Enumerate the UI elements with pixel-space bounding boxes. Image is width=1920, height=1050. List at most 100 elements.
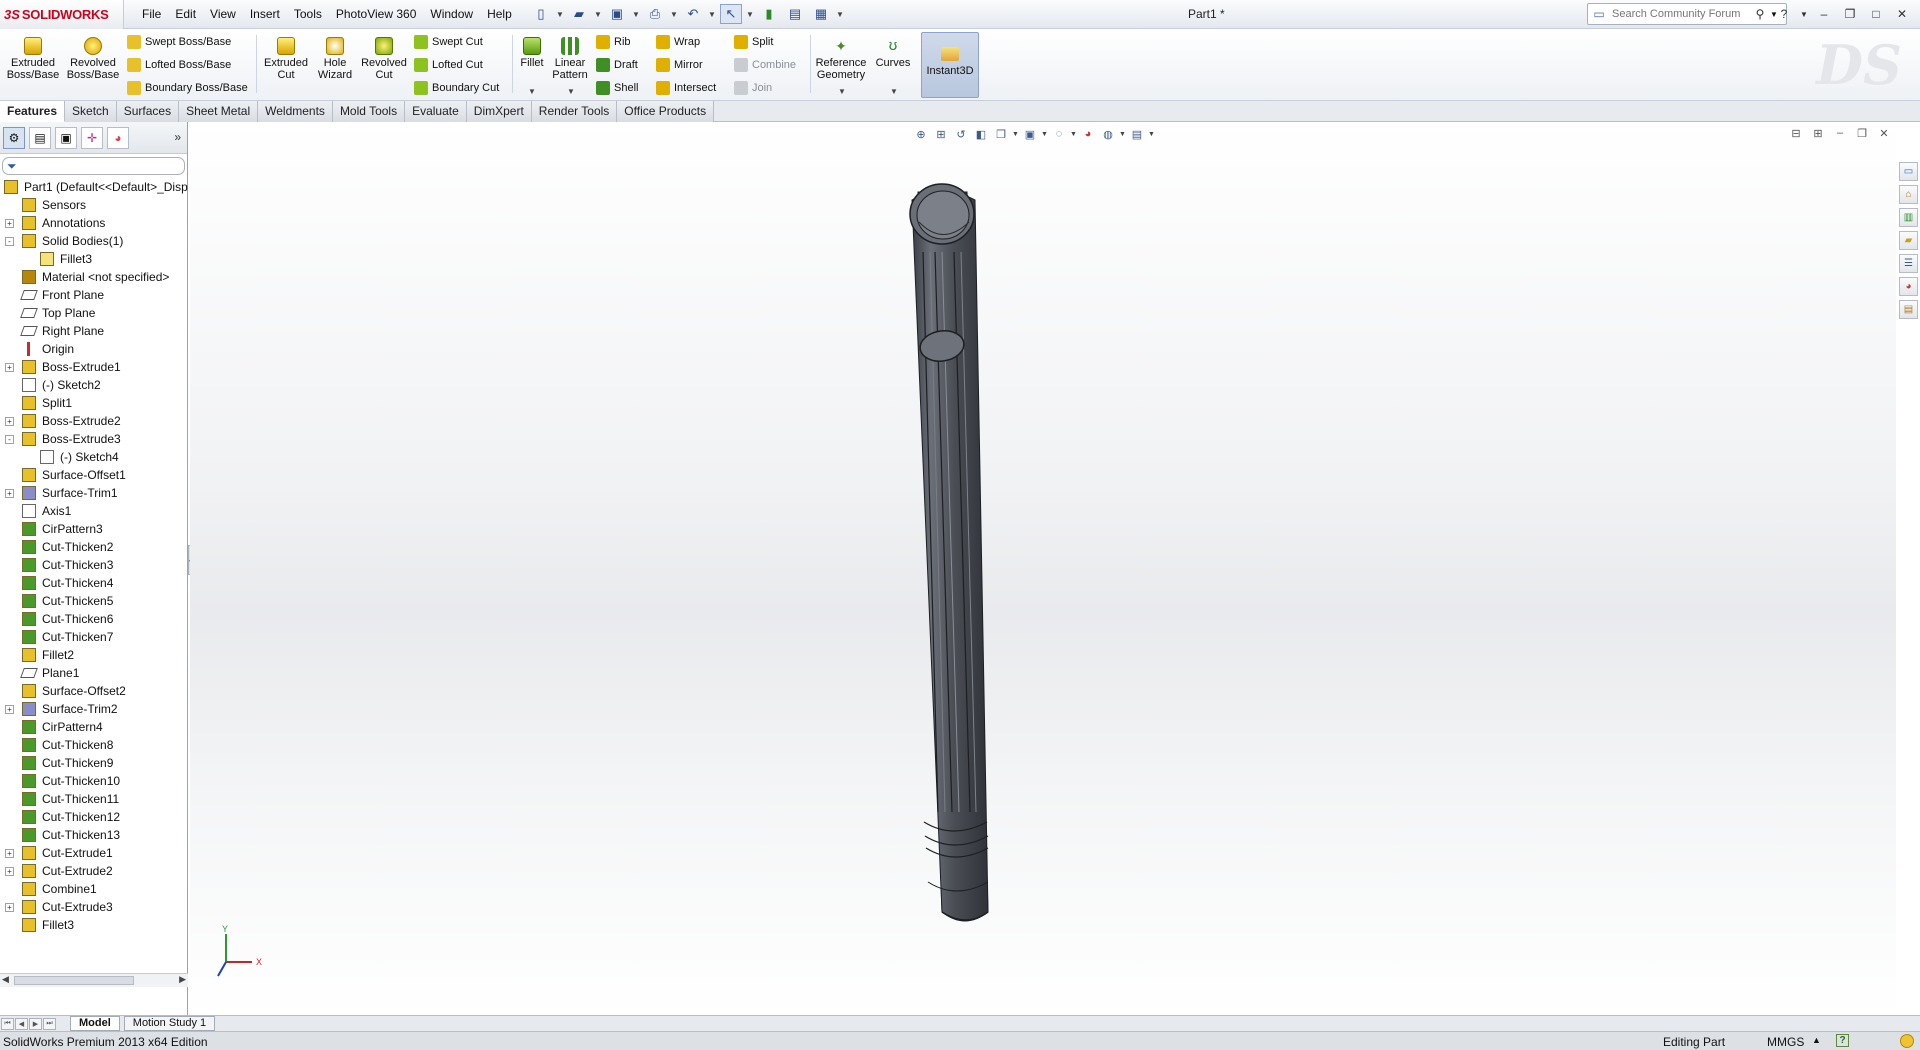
menu-insert[interactable]: Insert [243,6,287,22]
scroll-thumb[interactable] [14,976,134,985]
undo-dropdown-icon[interactable]: ▼ [708,4,716,24]
tree-item[interactable]: Cut-Thicken3 [0,556,187,574]
tree-item[interactable]: Fillet3 [0,916,187,934]
intersect-button[interactable]: Intersect [656,78,716,98]
extruded-cut-button[interactable]: Extruded Cut [259,33,313,95]
previous-view-icon[interactable]: ↺ [952,125,970,143]
tree-expander-icon[interactable]: - [5,435,14,444]
scroll-right-icon[interactable]: ▶ [179,974,186,985]
viewport-tile-icon[interactable]: ⊞ [1810,125,1826,141]
tree-expander-icon[interactable]: + [5,417,14,426]
apply-scene-dropdown-icon[interactable]: ▼ [1119,125,1126,143]
tree-item[interactable]: Cut-Thicken4 [0,574,187,592]
display-style-icon[interactable]: ▣ [1021,125,1039,143]
reference-geometry-dropdown-icon[interactable]: ▼ [838,87,846,96]
fillet-dropdown-icon[interactable]: ▼ [528,87,536,96]
tree-item[interactable]: Fillet2 [0,646,187,664]
draft-button[interactable]: Draft [596,55,638,75]
tab-weldments[interactable]: Weldments [258,101,333,122]
tree-item[interactable]: + Cut-Extrude2 [0,862,187,880]
scroll-left-icon[interactable]: ◀ [2,974,9,985]
tree-item[interactable]: + Surface-Trim2 [0,700,187,718]
menu-tools[interactable]: Tools [287,6,329,22]
last-tab-icon[interactable]: ⏭ [43,1017,56,1030]
lofted-cut-button[interactable]: Lofted Cut [414,55,483,75]
swept-cut-button[interactable]: Swept Cut [414,32,483,52]
boundary-boss-button[interactable]: Boundary Boss/Base [127,78,248,98]
rebuild-status-icon[interactable] [1900,1034,1914,1048]
options-icon[interactable]: ▦ [810,4,832,24]
join-button[interactable]: Join [734,78,772,98]
maximize-icon[interactable]: □ [1866,5,1886,23]
zoom-to-area-icon[interactable]: ⊞ [932,125,950,143]
tree-item[interactable]: Cut-Thicken12 [0,808,187,826]
shell-button[interactable]: Shell [596,78,638,98]
menu-view[interactable]: View [203,6,243,22]
tree-item[interactable]: Part1 (Default<<Default>_Disp [0,178,188,196]
view-orientation-dropdown-icon[interactable]: ▼ [1012,125,1019,143]
file-explorer-icon[interactable]: ▥ [1899,208,1918,227]
tree-item[interactable]: Sensors [0,196,187,214]
tree-item[interactable]: + Boss-Extrude2 [0,412,187,430]
tree-expander-icon[interactable]: + [5,219,14,228]
menu-edit[interactable]: Edit [168,6,203,22]
tree-item[interactable]: (-) Sketch4 [0,448,187,466]
boundary-cut-button[interactable]: Boundary Cut [414,78,499,98]
menu-window[interactable]: Window [423,6,480,22]
tree-item[interactable]: Axis1 [0,502,187,520]
tree-item[interactable]: Cut-Thicken9 [0,754,187,772]
tree-item[interactable]: Top Plane [0,304,187,322]
view-settings-dropdown-icon[interactable]: ▼ [1148,125,1155,143]
reference-geometry-button[interactable]: ✦ Reference Geometry [813,33,869,95]
tree-item[interactable]: + Cut-Extrude1 [0,844,187,862]
tree-expander-icon[interactable]: + [5,867,14,876]
tab-surfaces[interactable]: Surfaces [116,101,180,122]
first-tab-icon[interactable]: ⏮ [1,1017,14,1030]
curves-button[interactable]: ʊ Curves [868,33,918,95]
tree-item[interactable]: Split1 [0,394,187,412]
tree-item[interactable]: Surface-Offset2 [0,682,187,700]
dimxpert-manager-tab-icon[interactable]: ✛ [81,126,103,149]
combine-button[interactable]: Combine [734,55,796,75]
tree-item[interactable]: Cut-Thicken5 [0,592,187,610]
options-dropdown-icon[interactable]: ▼ [836,4,844,24]
hide-show-dropdown-icon[interactable]: ▼ [1070,125,1077,143]
viewport-close-icon[interactable]: ✕ [1876,125,1892,141]
tree-item[interactable]: CirPattern3 [0,520,187,538]
select-dropdown-icon[interactable]: ▼ [746,4,754,24]
zoom-to-fit-icon[interactable]: ⊕ [912,125,930,143]
tree-item[interactable]: Cut-Thicken10 [0,772,187,790]
tree-expander-icon[interactable]: + [5,849,14,858]
linear-pattern-dropdown-icon[interactable]: ▼ [567,87,575,96]
fillet-button[interactable]: Fillet [515,33,549,95]
open-folder-icon[interactable]: ▰ [568,4,590,24]
tree-item[interactable]: Combine1 [0,880,187,898]
tree-filter[interactable]: ⏷ [2,157,185,175]
search-box[interactable]: ▭ ⚲ ▼ [1587,3,1787,25]
next-tab-icon[interactable]: ▶ [29,1017,42,1030]
help-icon[interactable]: ? [1774,5,1794,23]
save-icon[interactable]: ▣ [606,4,628,24]
menu-photoview-360[interactable]: PhotoView 360 [329,6,424,22]
tab-render-tools[interactable]: Render Tools [531,101,618,122]
wrap-button[interactable]: Wrap [656,32,700,52]
tree-item[interactable]: + Surface-Trim1 [0,484,187,502]
print-icon[interactable]: ⎙ [644,4,666,24]
curves-dropdown-icon[interactable]: ▼ [890,87,898,96]
tree-item[interactable]: + Annotations [0,214,187,232]
display-manager-tab-icon[interactable]: ◕ [107,126,129,149]
select-arrow-icon[interactable]: ↖ [720,4,742,24]
new-dropdown-icon[interactable]: ▼ [556,4,564,24]
apply-scene-icon[interactable]: ◍ [1099,125,1117,143]
part-model[interactable] [190,122,1896,1015]
horizontal-scrollbar[interactable]: ◀ ▶ [0,973,188,987]
section-view-icon[interactable]: ◧ [972,125,990,143]
search-icon[interactable]: ⚲ [1750,7,1770,21]
design-library-icon[interactable]: ⌂ [1899,185,1918,204]
tree-expander-icon[interactable]: + [5,903,14,912]
solidworks-logo[interactable]: 3S SOLIDWORKS [0,0,124,29]
unit-system-arrow-icon[interactable]: ▲ [1812,1035,1821,1045]
custom-properties-icon[interactable]: ◕ [1899,277,1918,296]
tree-expander-icon[interactable]: + [5,705,14,714]
tree-expander-icon[interactable]: - [5,237,14,246]
